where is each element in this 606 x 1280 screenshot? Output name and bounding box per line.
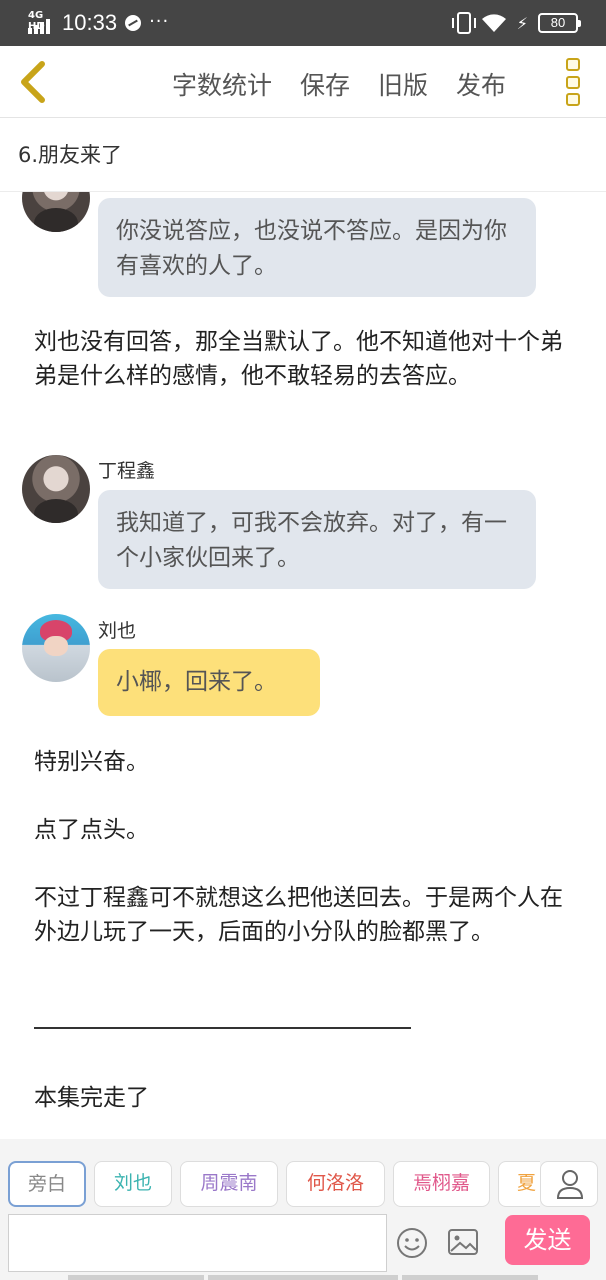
more-menu-icon[interactable] [566,58,582,106]
avatar-ding[interactable] [22,455,90,523]
speaker-name: 刘也 [98,620,137,642]
role-chip-narrator[interactable]: 旁白 [8,1161,86,1207]
narration-paragraph[interactable]: 不过丁程鑫可不就想这么把他送回去。于是两个人在外边儿玩了一天，后面的小分队的脸都… [34,881,579,949]
role-selector: 旁白 刘也 周震南 何洛洛 焉栩嘉 夏 [0,1161,540,1209]
save-button[interactable]: 保存 [300,66,350,102]
role-chip-zhou[interactable]: 周震南 [180,1161,278,1207]
app-notification-icon [125,15,142,31]
image-icon[interactable] [447,1228,479,1256]
role-chip-label: 焉栩嘉 [412,1172,470,1194]
message-bubble[interactable]: 你没说答应，也没说不答应。是因为你有喜欢的人了。 [98,198,536,297]
status-bar: 4G HD 10:33 ··· ⚡ 80 [0,0,606,46]
narration-paragraph[interactable]: 刘也没有回答，那全当默认了。他不知道他对十个弟弟是什么样的感情，他不敢轻易的去答… [34,325,579,393]
narration-paragraph[interactable]: 特别兴奋。 [34,745,579,779]
status-time: 10:33 [62,10,118,35]
status-left: 4G HD 10:33 ··· [28,10,169,36]
vibrate-icon [451,12,476,34]
add-role-button[interactable] [540,1161,598,1207]
nav-hint [208,1275,398,1280]
app-toolbar: 字数统计 保存 旧版 发布 [0,46,606,118]
battery-icon: 80 [538,13,581,33]
old-version-button[interactable]: 旧版 [378,66,428,102]
role-chip-label: 夏 [517,1172,537,1194]
nav-hint [68,1275,204,1280]
message-bubble[interactable]: 小椰，回来了。 [98,649,320,716]
word-count-button[interactable]: 字数统计 [172,66,272,102]
role-chip-liu[interactable]: 刘也 [94,1161,172,1207]
role-chip-xia[interactable]: 夏 [498,1161,540,1207]
role-chip-yan[interactable]: 焉栩嘉 [393,1161,490,1207]
story-content[interactable]: 你没说答应，也没说不答应。是因为你有喜欢的人了。 刘也没有回答，那全当默认了。他… [0,192,606,1138]
message-bubble[interactable]: 我知道了，可我不会放弃。对了，有一个小家伙回来了。 [98,490,536,589]
role-chip-he[interactable]: 何洛洛 [286,1161,385,1207]
charging-icon: ⚡ [516,13,528,33]
avatar-liu[interactable] [22,614,90,682]
send-button[interactable]: 发送 [505,1215,590,1265]
divider-line [34,1027,411,1029]
wifi-icon [481,14,506,32]
message-input[interactable] [8,1214,387,1272]
role-chip-label: 刘也 [113,1172,152,1194]
signal-icon: 4G HD [28,10,54,34]
role-chip-label: 旁白 [27,1173,66,1195]
nav-hint [402,1275,538,1280]
narration-paragraph[interactable]: 点了点头。 [34,813,579,847]
status-right: ⚡ 80 [451,12,581,34]
speaker-name: 丁程鑫 [98,460,156,482]
toolbar-actions: 字数统计 保存 旧版 发布 [172,66,534,102]
avatar-ding[interactable] [22,192,90,232]
role-chip-label: 周震南 [200,1172,258,1194]
narration-paragraph[interactable]: 本集完走了 [34,1081,579,1115]
role-chip-label: 何洛洛 [306,1172,364,1194]
more-notifications-icon: ··· [149,10,170,32]
publish-button[interactable]: 发布 [456,66,506,102]
user-icon [556,1170,584,1199]
emoji-icon[interactable] [396,1227,428,1259]
back-chevron-icon[interactable] [14,60,54,104]
chapter-title: 6.朋友来了 [0,119,606,192]
composer-panel: 旁白 刘也 周震南 何洛洛 焉栩嘉 夏 发送 [0,1139,606,1280]
